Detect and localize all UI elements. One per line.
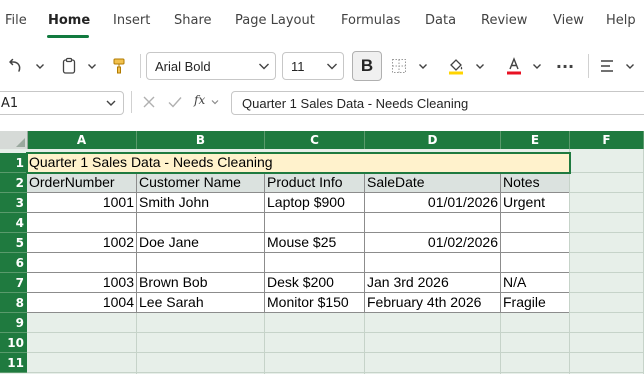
name-box[interactable]: A1 <box>0 91 124 115</box>
font-size-value: 11 <box>291 59 305 74</box>
spreadsheet-grid: A B C D E F 1 2 3 4 5 6 7 8 9 10 11 Quar… <box>0 131 644 374</box>
menu-page-layout[interactable]: Page Layout <box>235 13 315 28</box>
menu-home[interactable]: Home <box>48 13 90 28</box>
grid-lines <box>27 149 644 374</box>
formula-bar: A1 fx Quarter 1 Sales Data - Needs Clean… <box>0 88 644 116</box>
align-button[interactable] <box>596 52 618 80</box>
align-left-icon <box>598 57 616 75</box>
bold-button[interactable]: B <box>352 51 382 81</box>
chevron-down-icon <box>474 60 486 72</box>
chevron-down-icon <box>86 60 98 72</box>
paste-button[interactable] <box>58 52 80 80</box>
ribbon-separator <box>588 54 589 78</box>
fill-color-button[interactable] <box>444 52 468 80</box>
chevron-down-icon <box>103 95 119 111</box>
insert-function-button[interactable]: fx <box>194 93 205 107</box>
font-color-icon <box>504 56 524 76</box>
menu-view[interactable]: View <box>553 13 584 28</box>
more-options-button[interactable]: ··· <box>552 52 578 80</box>
font-name-value: Arial Bold <box>155 59 211 74</box>
formula-content: Quarter 1 Sales Data - Needs Cleaning <box>242 96 469 111</box>
menu-insert[interactable]: Insert <box>113 13 150 28</box>
chevron-down-icon <box>624 60 636 72</box>
formula-separator <box>131 91 132 113</box>
undo-icon <box>6 57 24 75</box>
font-color-dropdown[interactable] <box>527 56 547 76</box>
name-box-value: A1 <box>1 96 19 111</box>
undo-button[interactable] <box>4 52 26 80</box>
undo-dropdown[interactable] <box>30 56 50 76</box>
fill-color-dropdown[interactable] <box>470 56 490 76</box>
menu-bar: File Home Insert Share Page Layout Formu… <box>0 0 644 44</box>
font-color-button[interactable] <box>502 52 526 80</box>
borders-dropdown[interactable] <box>413 56 433 76</box>
menu-data[interactable]: Data <box>425 13 456 28</box>
font-size-select[interactable]: 11 <box>282 52 344 80</box>
formula-input[interactable]: Quarter 1 Sales Data - Needs Cleaning <box>231 91 644 115</box>
paint-bucket-icon <box>446 56 466 76</box>
chevron-down-icon <box>255 57 273 75</box>
chevron-down-icon <box>531 60 543 72</box>
chevron-down-icon <box>34 60 46 72</box>
ribbon-toolbar: Arial Bold 11 B ··· <box>0 44 644 88</box>
chevron-down-icon <box>323 57 341 75</box>
borders-icon <box>390 57 408 75</box>
format-painter-button[interactable] <box>108 52 130 80</box>
confirm-entry-icon[interactable] <box>166 93 184 111</box>
cancel-entry-icon[interactable] <box>140 93 158 111</box>
active-tab-indicator <box>47 35 89 38</box>
menu-review[interactable]: Review <box>481 13 527 28</box>
menu-file[interactable]: File <box>5 13 27 28</box>
paste-dropdown[interactable] <box>82 56 102 76</box>
menu-help[interactable]: Help <box>606 13 636 28</box>
menu-formulas[interactable]: Formulas <box>341 13 400 28</box>
font-name-select[interactable]: Arial Bold <box>146 52 276 80</box>
chevron-down-icon <box>210 97 220 107</box>
chevron-down-icon <box>417 60 429 72</box>
format-painter-icon <box>110 57 128 75</box>
menu-share[interactable]: Share <box>174 13 212 28</box>
ribbon-separator <box>140 54 141 78</box>
align-dropdown[interactable] <box>620 56 640 76</box>
clipboard-icon <box>60 57 78 75</box>
borders-button[interactable] <box>388 52 410 80</box>
